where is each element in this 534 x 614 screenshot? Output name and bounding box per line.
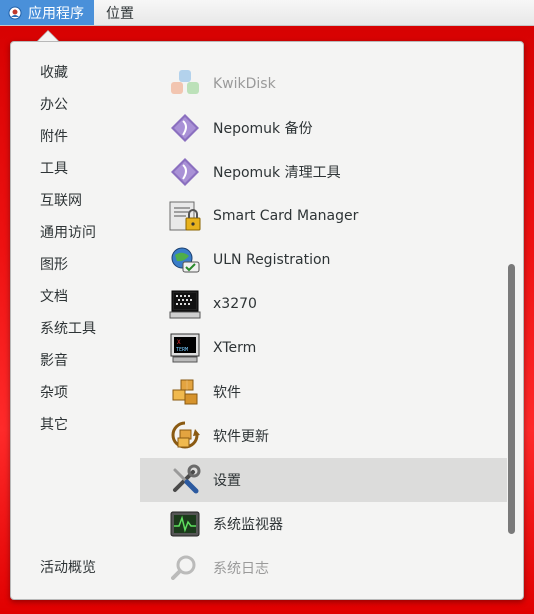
app-item-software[interactable]: 软件 bbox=[140, 370, 507, 414]
app-label: Nepomuk 备份 bbox=[213, 121, 313, 137]
category-graphics[interactable]: 图形 bbox=[40, 255, 68, 275]
app-label: 系统监视器 bbox=[213, 517, 283, 533]
category-misc[interactable]: 杂项 bbox=[40, 383, 68, 403]
category-other[interactable]: 其它 bbox=[40, 415, 68, 435]
category-sound-video[interactable]: 影音 bbox=[40, 351, 68, 371]
app-item-kwikdisk[interactable]: KwikDisk bbox=[140, 62, 507, 106]
app-label: KwikDisk bbox=[213, 76, 276, 92]
scrollbar-thumb[interactable] bbox=[508, 264, 515, 534]
category-office[interactable]: 办公 bbox=[40, 95, 68, 115]
kwikdisk-icon bbox=[168, 67, 202, 101]
category-favorites[interactable]: 收藏 bbox=[40, 63, 68, 83]
terminal-icon bbox=[168, 287, 202, 321]
scrollbar[interactable] bbox=[508, 64, 516, 594]
app-label: Nepomuk 清理工具 bbox=[213, 165, 341, 181]
applications-label: 应用程序 bbox=[28, 5, 84, 22]
app-item-uln-registration[interactable]: ULN Registration bbox=[140, 238, 507, 282]
category-tools[interactable]: 工具 bbox=[40, 159, 68, 179]
places-label: 位置 bbox=[106, 5, 134, 22]
nepomuk-icon bbox=[168, 111, 202, 145]
app-item-settings[interactable]: 设置 bbox=[140, 458, 507, 502]
app-label: 设置 bbox=[213, 473, 241, 489]
app-label: 软件更新 bbox=[213, 429, 269, 445]
app-item-nepomuk-backup[interactable]: Nepomuk 备份 bbox=[140, 106, 507, 150]
nepomuk-icon bbox=[168, 155, 202, 189]
system-monitor-icon bbox=[168, 507, 202, 541]
app-label: 软件 bbox=[213, 385, 241, 401]
category-system-tools[interactable]: 系统工具 bbox=[40, 319, 96, 339]
activities-overview[interactable]: 活动概览 bbox=[40, 558, 96, 578]
app-label: XTerm bbox=[213, 340, 257, 356]
applications-dropdown: 收藏 办公 附件 工具 互联网 通用访问 图形 文档 系统工具 影音 杂项 其它… bbox=[10, 41, 524, 600]
category-list: 收藏 办公 附件 工具 互联网 通用访问 图形 文档 系统工具 影音 杂项 其它… bbox=[11, 42, 136, 599]
svg-text:X: X bbox=[177, 339, 181, 346]
top-panel: 应用程序 位置 bbox=[0, 0, 534, 26]
app-item-software-update[interactable]: 软件更新 bbox=[140, 414, 507, 458]
log-search-icon bbox=[168, 551, 202, 585]
menu-pointer bbox=[38, 31, 58, 41]
app-label: x3270 bbox=[213, 296, 257, 312]
applications-icon bbox=[8, 6, 22, 20]
app-item-smart-card-manager[interactable]: Smart Card Manager bbox=[140, 194, 507, 238]
app-item-system-monitor[interactable]: 系统监视器 bbox=[140, 502, 507, 546]
places-menu-button[interactable]: 位置 bbox=[94, 0, 144, 25]
app-item-x3270[interactable]: x3270 bbox=[140, 282, 507, 326]
category-accessories[interactable]: 附件 bbox=[40, 127, 68, 147]
category-documents[interactable]: 文档 bbox=[40, 287, 68, 307]
smart-card-icon bbox=[168, 199, 202, 233]
app-list: KwikDisk Nepomuk 备份 Nepomuk 清理工具 Smart C… bbox=[140, 62, 507, 600]
app-label: 系统日志 bbox=[213, 561, 269, 577]
category-internet[interactable]: 互联网 bbox=[40, 191, 82, 211]
uln-registration-icon bbox=[168, 243, 202, 277]
software-icon bbox=[168, 375, 202, 409]
app-item-system-log[interactable]: 系统日志 bbox=[140, 546, 507, 590]
applications-menu-button[interactable]: 应用程序 bbox=[0, 0, 94, 25]
app-label: Smart Card Manager bbox=[213, 208, 359, 224]
app-item-xterm[interactable]: X TERM XTerm bbox=[140, 326, 507, 370]
svg-text:TERM: TERM bbox=[176, 347, 188, 353]
app-label: ULN Registration bbox=[213, 252, 331, 268]
software-update-icon bbox=[168, 419, 202, 453]
xterm-icon: X TERM bbox=[168, 331, 202, 365]
app-item-nepomuk-cleaner[interactable]: Nepomuk 清理工具 bbox=[140, 150, 507, 194]
category-universal-access[interactable]: 通用访问 bbox=[40, 223, 96, 243]
settings-tools-icon bbox=[168, 463, 202, 497]
